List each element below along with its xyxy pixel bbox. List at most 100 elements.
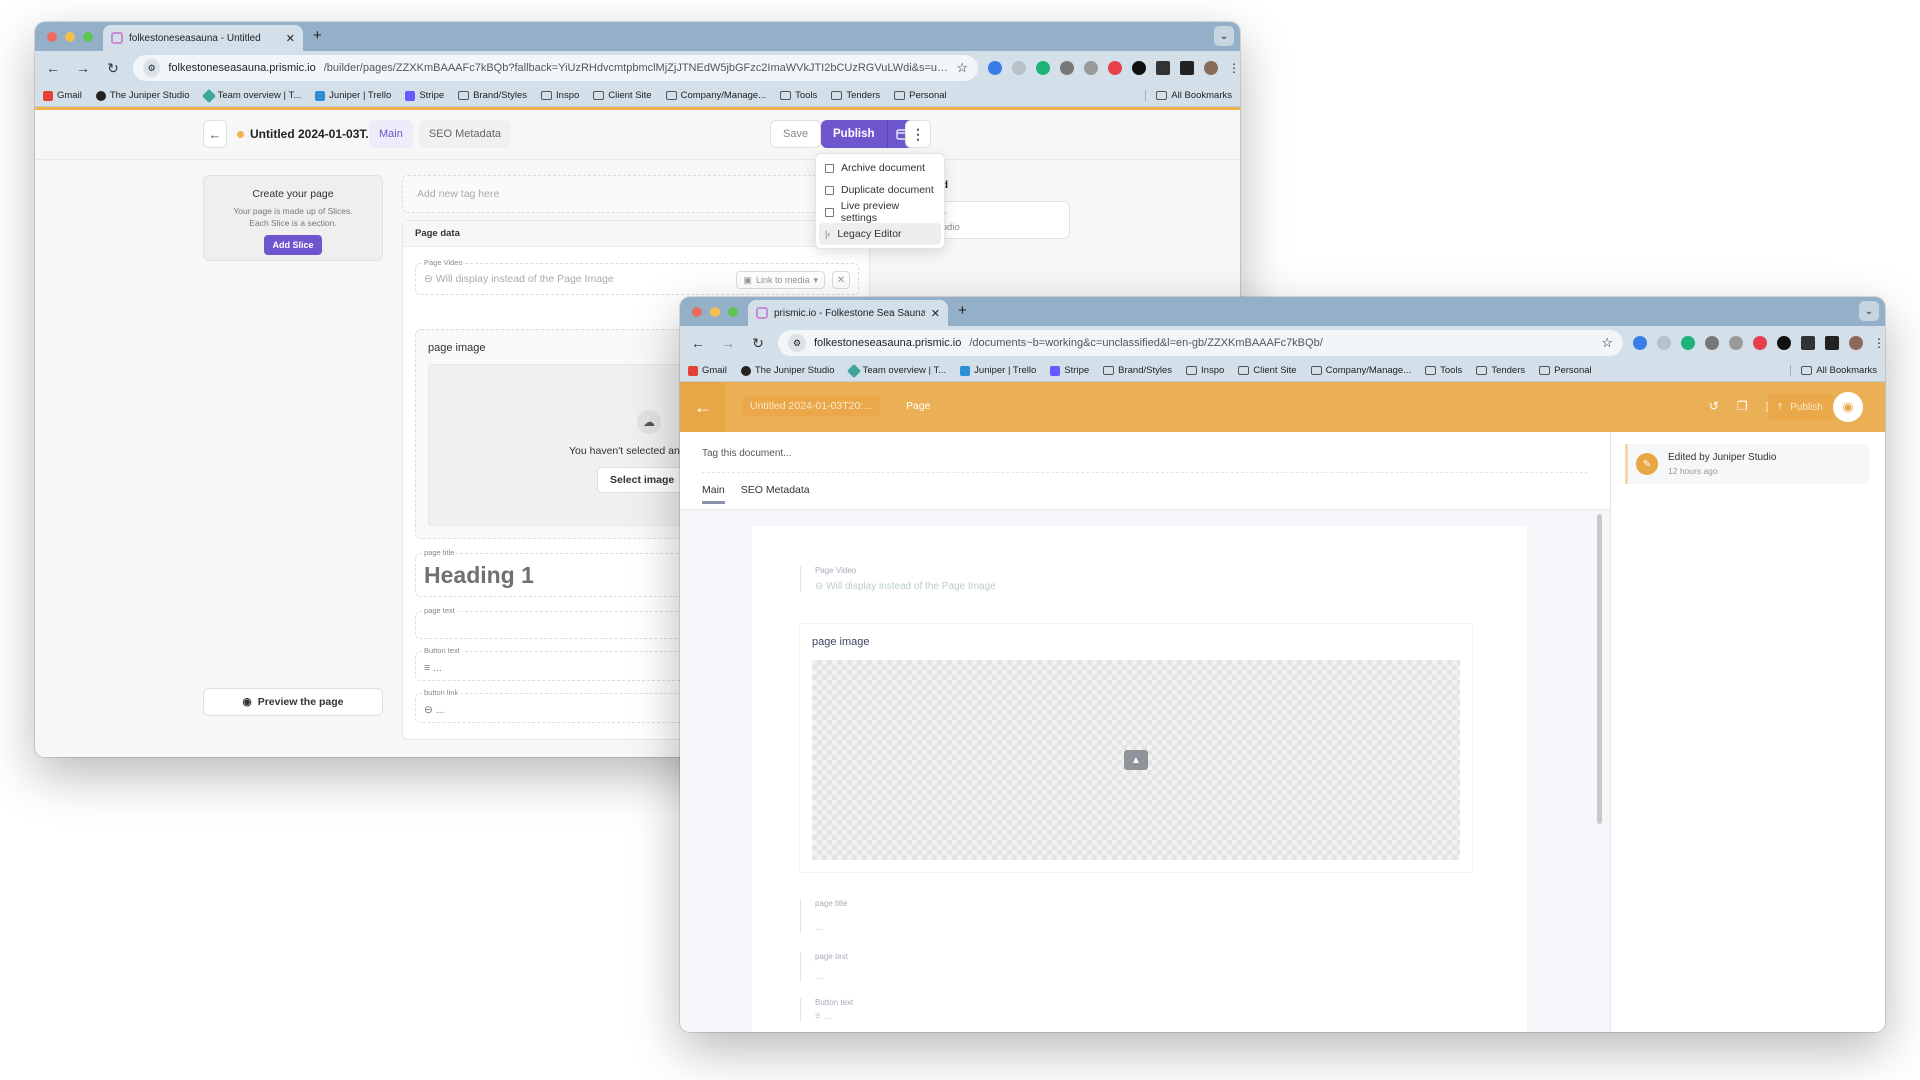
extension-icon[interactable]	[1777, 336, 1791, 350]
menu-item-duplicate[interactable]: Duplicate document	[819, 179, 941, 201]
minimize-window-button[interactable]	[65, 32, 75, 42]
new-tab-button[interactable]: +	[958, 302, 967, 319]
minimize-window-button[interactable]	[710, 307, 720, 317]
browser-tab[interactable]: folkestoneseasauna - Untitled ✕	[103, 25, 303, 51]
duplicate-icon[interactable]: ❐	[1737, 399, 1748, 413]
puzzle-icon[interactable]	[1801, 336, 1815, 350]
profile-avatar[interactable]	[1204, 61, 1218, 75]
add-slice-button[interactable]: Add Slice	[264, 235, 322, 255]
camera-icon[interactable]	[1729, 336, 1743, 350]
grammarly-icon[interactable]	[1681, 336, 1695, 350]
page-text-field[interactable]: page text ...	[800, 952, 848, 982]
close-window-button[interactable]	[47, 32, 57, 42]
bookmark-team-overview[interactable]: Team overview | T...	[846, 363, 946, 378]
bookmark-folder[interactable]: Client Site	[1238, 365, 1297, 376]
extension-icon[interactable]	[1753, 336, 1767, 350]
link-to-media-button[interactable]: ▣ Link to media ▾	[736, 271, 825, 289]
publish-button[interactable]: ⤒ Publish	[1767, 394, 1833, 420]
publish-button[interactable]: Publish	[821, 120, 888, 148]
bookmark-team-overview[interactable]: Team overview | T...	[201, 88, 301, 103]
puzzle-icon[interactable]	[1156, 61, 1170, 75]
extension-icon[interactable]	[1108, 61, 1122, 75]
more-options-button[interactable]: ⋮	[905, 120, 931, 148]
bookmark-juniper-studio[interactable]: The Juniper Studio	[95, 90, 190, 101]
profile-avatar[interactable]	[1849, 336, 1863, 350]
forward-button[interactable]: →	[73, 60, 93, 76]
page-video-field[interactable]: Page Video ⊖ Will display instead of the…	[800, 566, 996, 592]
bookmark-folder[interactable]: Tenders	[1476, 365, 1525, 376]
extension-icon[interactable]	[1060, 61, 1074, 75]
bookmark-juniper-studio[interactable]: The Juniper Studio	[740, 365, 835, 376]
menu-kebab-icon[interactable]: ⋮	[1873, 336, 1885, 350]
bookmark-folder[interactable]: Company/Manage...	[1310, 365, 1411, 376]
menu-item-archive[interactable]: Archive document	[819, 157, 941, 179]
extension-icon[interactable]	[1705, 336, 1719, 350]
menu-item-live-preview[interactable]: Live preview settings	[819, 200, 941, 224]
bookmark-folder[interactable]: Inspo	[1186, 365, 1224, 376]
select-image-button[interactable]: Select image	[597, 467, 688, 493]
tab-search-button[interactable]: ⌄	[1859, 301, 1879, 321]
history-icon[interactable]: ↺	[1709, 399, 1719, 413]
extension-icon[interactable]	[988, 61, 1002, 75]
all-bookmarks[interactable]: All Bookmarks	[1790, 365, 1877, 376]
back-arrow-button[interactable]: ←	[680, 382, 726, 432]
browser-tab[interactable]: prismic.io - Folkestone Sea Sauna ✕	[748, 300, 948, 326]
back-button[interactable]: ←	[688, 335, 708, 351]
bookmark-folder[interactable]: Tools	[780, 90, 817, 101]
reload-button[interactable]: ↻	[103, 60, 123, 77]
bookmark-folder[interactable]: Tenders	[831, 90, 880, 101]
document-title-input[interactable]: Untitled 2024-01-03T20:...	[742, 396, 880, 416]
bookmark-stripe[interactable]: Stripe	[1050, 365, 1089, 376]
page-video-field[interactable]: Page Video ⊖ Will display instead of the…	[415, 258, 859, 295]
new-tab-button[interactable]: +	[313, 27, 322, 44]
sidepanel-icon[interactable]	[1180, 61, 1194, 75]
bookmark-folder[interactable]: Personal	[894, 90, 947, 101]
page-title-field[interactable]: page title ...	[800, 899, 847, 933]
reload-button[interactable]: ↻	[748, 335, 768, 352]
close-tab-icon[interactable]: ✕	[286, 32, 295, 45]
bookmark-folder[interactable]: Brand/Styles	[458, 90, 527, 101]
site-settings-icon[interactable]: ⚙	[143, 59, 161, 77]
image-placeholder[interactable]: ▲	[812, 660, 1460, 860]
bookmark-folder[interactable]: Client Site	[593, 90, 652, 101]
bookmark-star-icon[interactable]: ☆	[1601, 335, 1613, 351]
save-button[interactable]: Save	[770, 120, 822, 148]
tag-input[interactable]: Add new tag here	[402, 175, 870, 213]
bookmark-folder[interactable]: Tools	[1425, 365, 1462, 376]
scrollbar[interactable]	[1597, 514, 1602, 824]
bookmark-gmail[interactable]: Gmail	[688, 365, 727, 376]
tag-input[interactable]: Tag this document...	[702, 448, 792, 459]
menu-item-legacy-editor[interactable]: |‹ Legacy Editor	[819, 223, 941, 245]
site-settings-icon[interactable]: ⚙	[788, 334, 806, 352]
tab-main[interactable]: Main	[369, 120, 413, 148]
extension-icon[interactable]	[1132, 61, 1146, 75]
bookmark-gmail[interactable]: Gmail	[43, 90, 82, 101]
camera-icon[interactable]	[1084, 61, 1098, 75]
bookmark-folder[interactable]: Inspo	[541, 90, 579, 101]
bookmark-star-icon[interactable]: ☆	[956, 60, 968, 76]
history-entry[interactable]: ✎ Edited by Juniper Studio 12 hours ago	[1625, 444, 1869, 484]
close-tab-icon[interactable]: ✕	[931, 307, 940, 320]
bookmark-trello[interactable]: Juniper | Trello	[315, 90, 391, 101]
extension-icon[interactable]	[1012, 61, 1026, 75]
sidepanel-icon[interactable]	[1825, 336, 1839, 350]
bookmark-trello[interactable]: Juniper | Trello	[960, 365, 1036, 376]
back-button[interactable]: ←	[43, 60, 63, 76]
grammarly-icon[interactable]	[1036, 61, 1050, 75]
tab-search-button[interactable]: ⌄	[1214, 26, 1234, 46]
preview-eye-button[interactable]: ◉	[1833, 392, 1863, 422]
tab-main[interactable]: Main	[702, 484, 725, 504]
address-bar[interactable]: ⚙ folkestoneseasauna.prismic.io/document…	[778, 330, 1623, 356]
close-window-button[interactable]	[692, 307, 702, 317]
bookmark-folder[interactable]: Personal	[1539, 365, 1592, 376]
tab-seo-metadata[interactable]: SEO Metadata	[741, 484, 810, 504]
all-bookmarks[interactable]: All Bookmarks	[1145, 90, 1232, 101]
preview-page-button[interactable]: ◉ Preview the page	[203, 688, 383, 716]
maximize-window-button[interactable]	[728, 307, 738, 317]
extension-icon[interactable]	[1633, 336, 1647, 350]
extension-icon[interactable]	[1657, 336, 1671, 350]
bookmark-stripe[interactable]: Stripe	[405, 90, 444, 101]
forward-button[interactable]: →	[718, 335, 738, 351]
menu-kebab-icon[interactable]: ⋮	[1228, 61, 1240, 75]
bookmark-folder[interactable]: Company/Manage...	[665, 90, 766, 101]
